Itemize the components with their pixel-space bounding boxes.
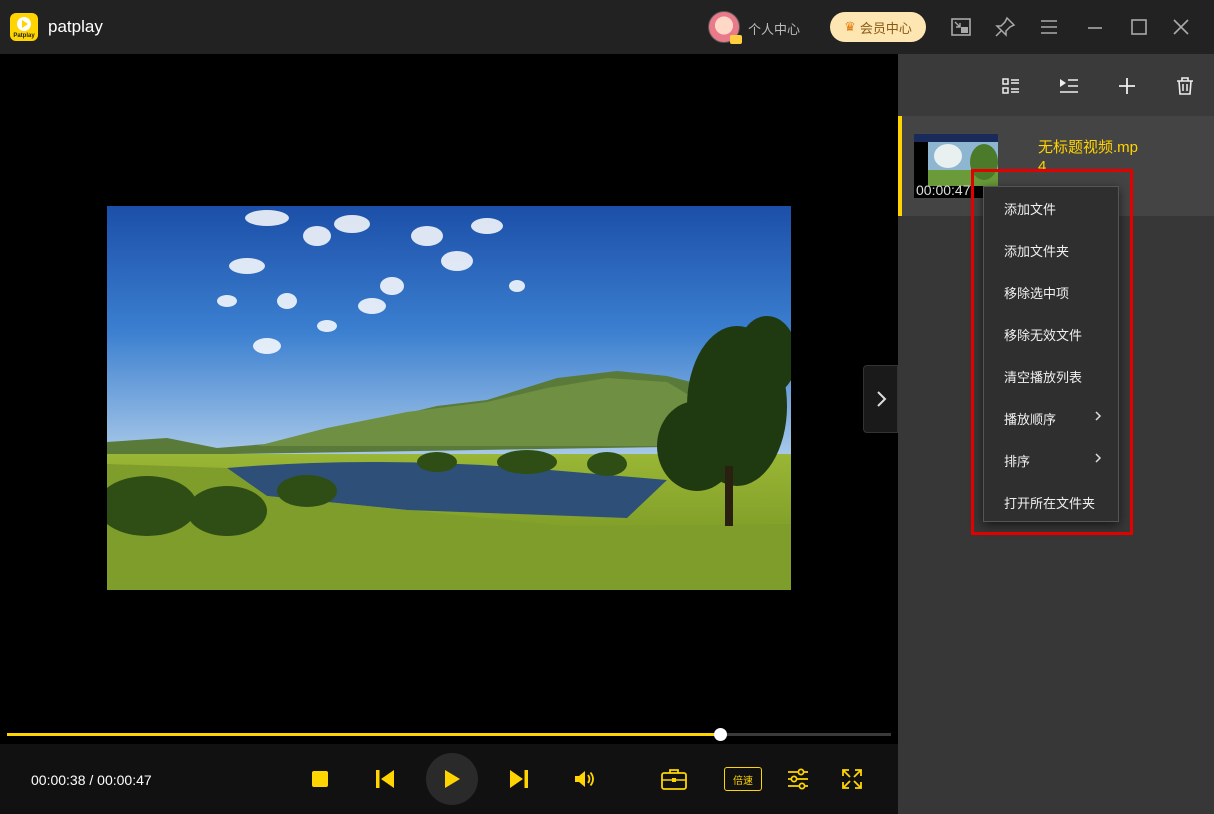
equalizer-icon	[788, 768, 808, 790]
previous-icon	[376, 770, 394, 788]
play-icon	[445, 770, 460, 788]
menu-icon[interactable]	[1036, 14, 1062, 40]
add-button[interactable]	[1115, 74, 1139, 98]
mini-player-icon[interactable]	[948, 14, 974, 40]
fullscreen-button[interactable]	[838, 765, 866, 793]
toggle-sidebar-button[interactable]	[863, 365, 898, 433]
video-area[interactable]	[0, 54, 898, 744]
title-bar: Patplay patplay 个人中心 ♛ 会员中心	[0, 0, 1214, 54]
maximize-icon[interactable]	[1126, 14, 1152, 40]
settings-button[interactable]	[784, 765, 812, 793]
avatar[interactable]	[708, 11, 742, 44]
playlist-icon	[1060, 79, 1078, 93]
app-name: patplay	[48, 17, 103, 36]
video-frame[interactable]	[107, 206, 791, 590]
item-duration: 00:00:47	[916, 182, 971, 198]
playlist-toolbar	[898, 54, 1214, 116]
control-bar: 00:00:38 / 00:00:47 倍速	[0, 744, 898, 814]
previous-button[interactable]	[370, 765, 400, 793]
trash-icon	[1177, 77, 1193, 95]
logo-text: Patplay	[13, 33, 35, 39]
stop-icon	[312, 771, 328, 787]
toolbox-button[interactable]	[658, 764, 690, 794]
progress-bar[interactable]	[7, 728, 891, 741]
crown-icon: ♛	[844, 19, 856, 34]
next-icon	[510, 770, 528, 788]
next-button[interactable]	[504, 765, 534, 793]
pin-icon[interactable]	[992, 14, 1018, 40]
list-view-button[interactable]	[999, 74, 1023, 98]
volume-button[interactable]	[570, 765, 600, 793]
volume-icon	[575, 771, 594, 787]
speed-button[interactable]: 倍速	[724, 767, 762, 791]
vip-center-label: 会员中心	[859, 20, 912, 36]
play-list-button[interactable]	[1057, 74, 1081, 98]
highlight-box	[971, 169, 1133, 535]
progress-fill	[7, 733, 721, 736]
time-display: 00:00:38 / 00:00:47	[31, 772, 152, 788]
app-logo: Patplay	[10, 13, 38, 41]
delete-button[interactable]	[1173, 74, 1197, 98]
minimize-icon[interactable]	[1082, 14, 1108, 40]
fullscreen-icon	[842, 769, 862, 789]
toolbox-icon	[661, 769, 687, 790]
list-view-icon	[1002, 78, 1019, 94]
personal-center-link[interactable]: 个人中心	[748, 19, 800, 38]
stop-button[interactable]	[306, 765, 334, 793]
close-icon[interactable]	[1168, 14, 1194, 40]
plus-icon	[1119, 78, 1135, 94]
play-button[interactable]	[426, 753, 478, 805]
chevron-right-icon	[876, 391, 886, 407]
vip-center-button[interactable]: ♛ 会员中心	[830, 12, 926, 42]
